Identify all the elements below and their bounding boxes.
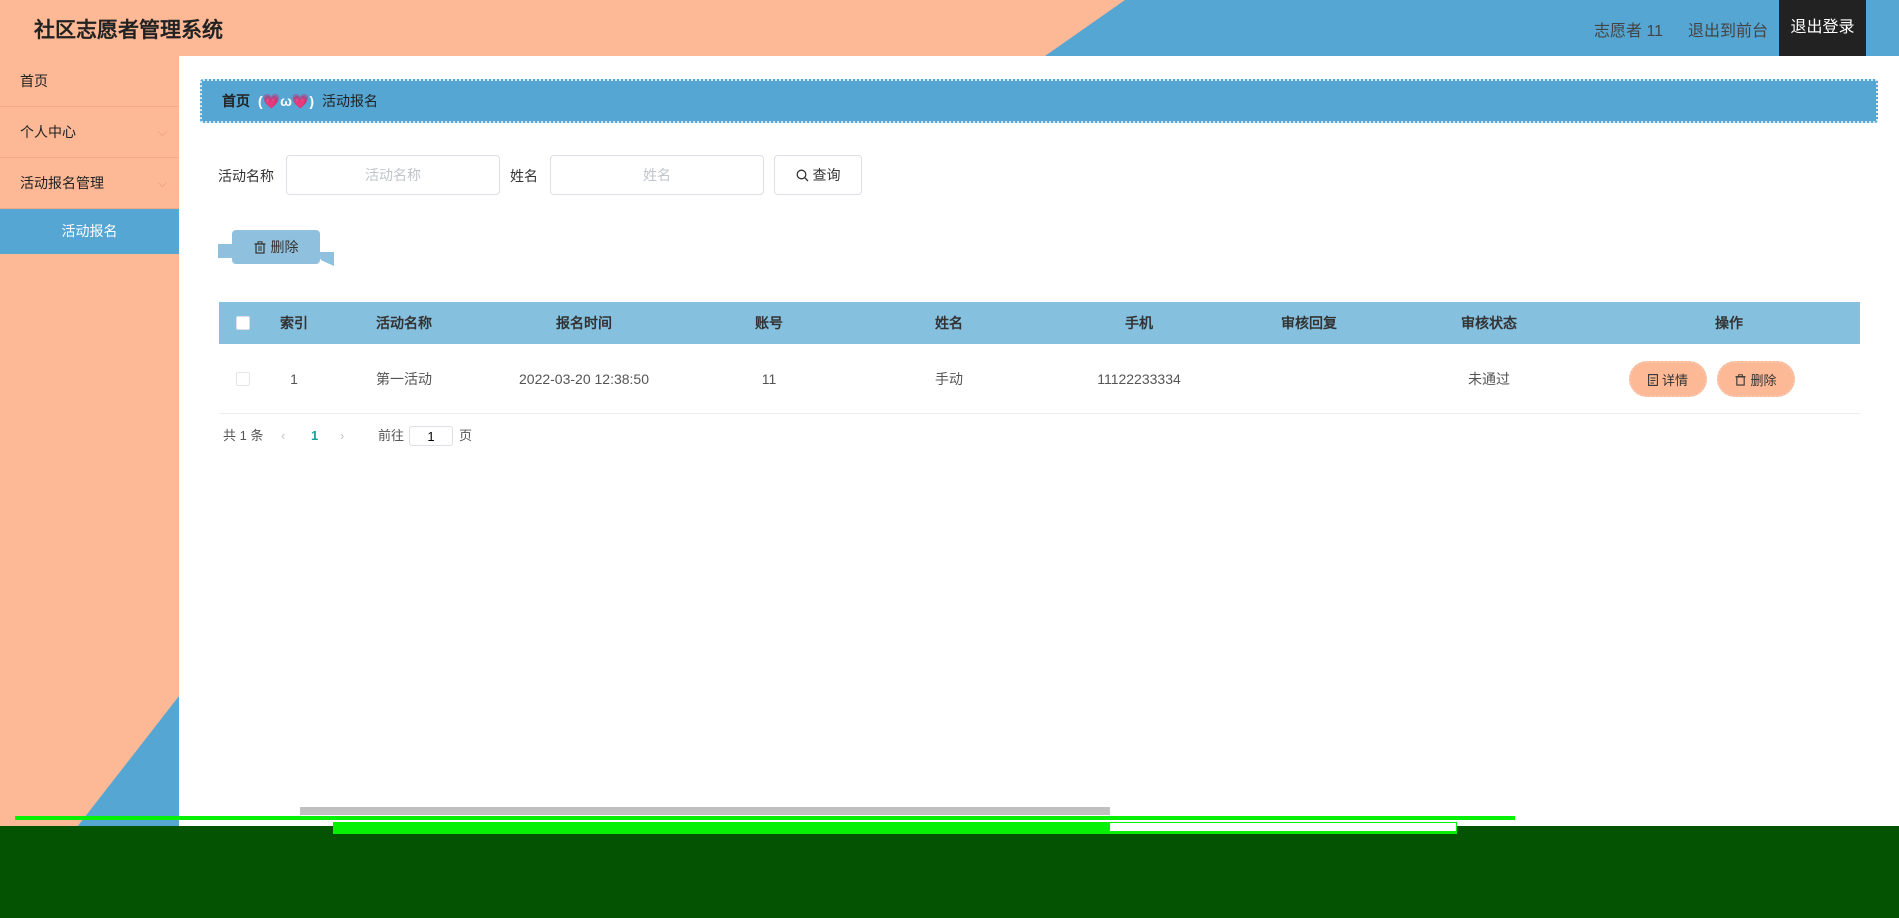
sidebar-item-personal-center[interactable]: 个人中心 ⌵	[0, 107, 179, 158]
batch-delete-button[interactable]: 删除	[232, 230, 320, 264]
breadcrumb-separator: (💗ω💗)	[258, 93, 315, 109]
sidebar-item-home[interactable]: 首页	[0, 56, 179, 107]
col-review-status: 审核状态	[1461, 315, 1517, 331]
col-activity-name: 活动名称	[376, 315, 432, 331]
breadcrumb-current: 活动报名	[322, 93, 379, 109]
trash-icon	[254, 241, 265, 254]
name-input[interactable]	[550, 155, 764, 195]
breadcrumb-home[interactable]: 首页	[222, 93, 250, 109]
sidebar-item-label: 个人中心	[20, 124, 76, 140]
query-button-label: 查询	[812, 167, 841, 183]
detail-button-label: 详情	[1661, 373, 1688, 388]
horizontal-scrollbar[interactable]	[300, 807, 1110, 815]
col-signup-time: 报名时间	[556, 315, 612, 331]
name-label: 姓名	[510, 168, 538, 184]
cell-activity-name: 第一活动	[376, 371, 432, 387]
chevron-down-icon: ⌵	[157, 125, 167, 139]
sidebar-corner-decoration	[0, 696, 179, 826]
next-page-icon[interactable]: ›	[340, 426, 344, 446]
bottom-bar	[0, 826, 1899, 918]
back-to-front-link[interactable]: 退出到前台	[1688, 17, 1768, 41]
search-icon	[796, 169, 808, 182]
activity-name-label: 活动名称	[218, 168, 274, 184]
app-title: 社区志愿者管理系统	[34, 19, 223, 42]
query-button[interactable]: 查询	[774, 155, 862, 195]
table-header: 索引 活动名称 报名时间 账号 姓名 手机 审核回复 审核状态 操作	[219, 302, 1860, 344]
sidebar: 首页 个人中心 ⌵ 活动报名管理 ⌵ 活动报名	[0, 56, 179, 826]
cell-index: 1	[290, 371, 298, 387]
cell-review-reply	[1249, 344, 1369, 414]
cell-signup-time: 2022-03-20 12:38:50	[519, 371, 649, 387]
sidebar-item-label: 活动报名	[61, 223, 118, 239]
top-header: 社区志愿者管理系统 志愿者 11 退出到前台 退出登录	[0, 0, 1899, 56]
col-name: 姓名	[935, 315, 963, 331]
current-user: 志愿者 11	[1594, 23, 1664, 40]
sidebar-item-activity-signup-mgmt[interactable]: 活动报名管理 ⌵	[0, 158, 179, 209]
sidebar-item-label: 活动报名管理	[20, 175, 104, 191]
pagination-total: 共 1 条	[223, 428, 264, 443]
bottom-white-bar	[1110, 823, 1456, 831]
sidebar-item-activity-signup[interactable]: 活动报名	[0, 209, 179, 254]
document-icon	[1648, 374, 1658, 386]
row-delete-label: 删除	[1750, 373, 1777, 388]
cell-account: 11	[761, 371, 777, 387]
pagination-page-1[interactable]: 1	[311, 426, 318, 446]
trash-icon	[1735, 374, 1747, 386]
goto-label: 前往	[378, 428, 405, 443]
cell-phone: 11122233334	[1097, 371, 1181, 387]
select-all-checkbox[interactable]	[236, 316, 250, 330]
bottom-green-line	[15, 816, 1515, 820]
chevron-down-icon: ⌵	[157, 176, 167, 190]
activity-name-input[interactable]	[286, 155, 500, 195]
row-checkbox[interactable]	[236, 372, 250, 386]
batch-delete-label: 删除	[270, 239, 299, 255]
detail-button[interactable]: 详情	[1629, 361, 1707, 397]
col-review-reply: 审核回复	[1281, 315, 1337, 331]
sidebar-item-label: 首页	[20, 73, 48, 89]
col-actions: 操作	[1715, 315, 1743, 331]
row-delete-button[interactable]: 删除	[1717, 361, 1795, 397]
col-account: 账号	[755, 315, 783, 331]
logout-button[interactable]: 退出登录	[1779, 0, 1866, 56]
prev-page-icon[interactable]: ‹	[281, 426, 285, 446]
cell-name: 手动	[935, 371, 963, 387]
goto-page-input[interactable]	[409, 426, 453, 446]
breadcrumb: 首页 (💗ω💗) 活动报名	[200, 79, 1878, 123]
col-phone: 手机	[1125, 315, 1153, 331]
col-index: 索引	[280, 315, 308, 331]
cell-review-status: 未通过	[1468, 371, 1510, 387]
table-row: 1 第一活动 2022-03-20 12:38:50 11 手动 1112223…	[219, 344, 1860, 414]
page-suffix: 页	[459, 428, 473, 443]
